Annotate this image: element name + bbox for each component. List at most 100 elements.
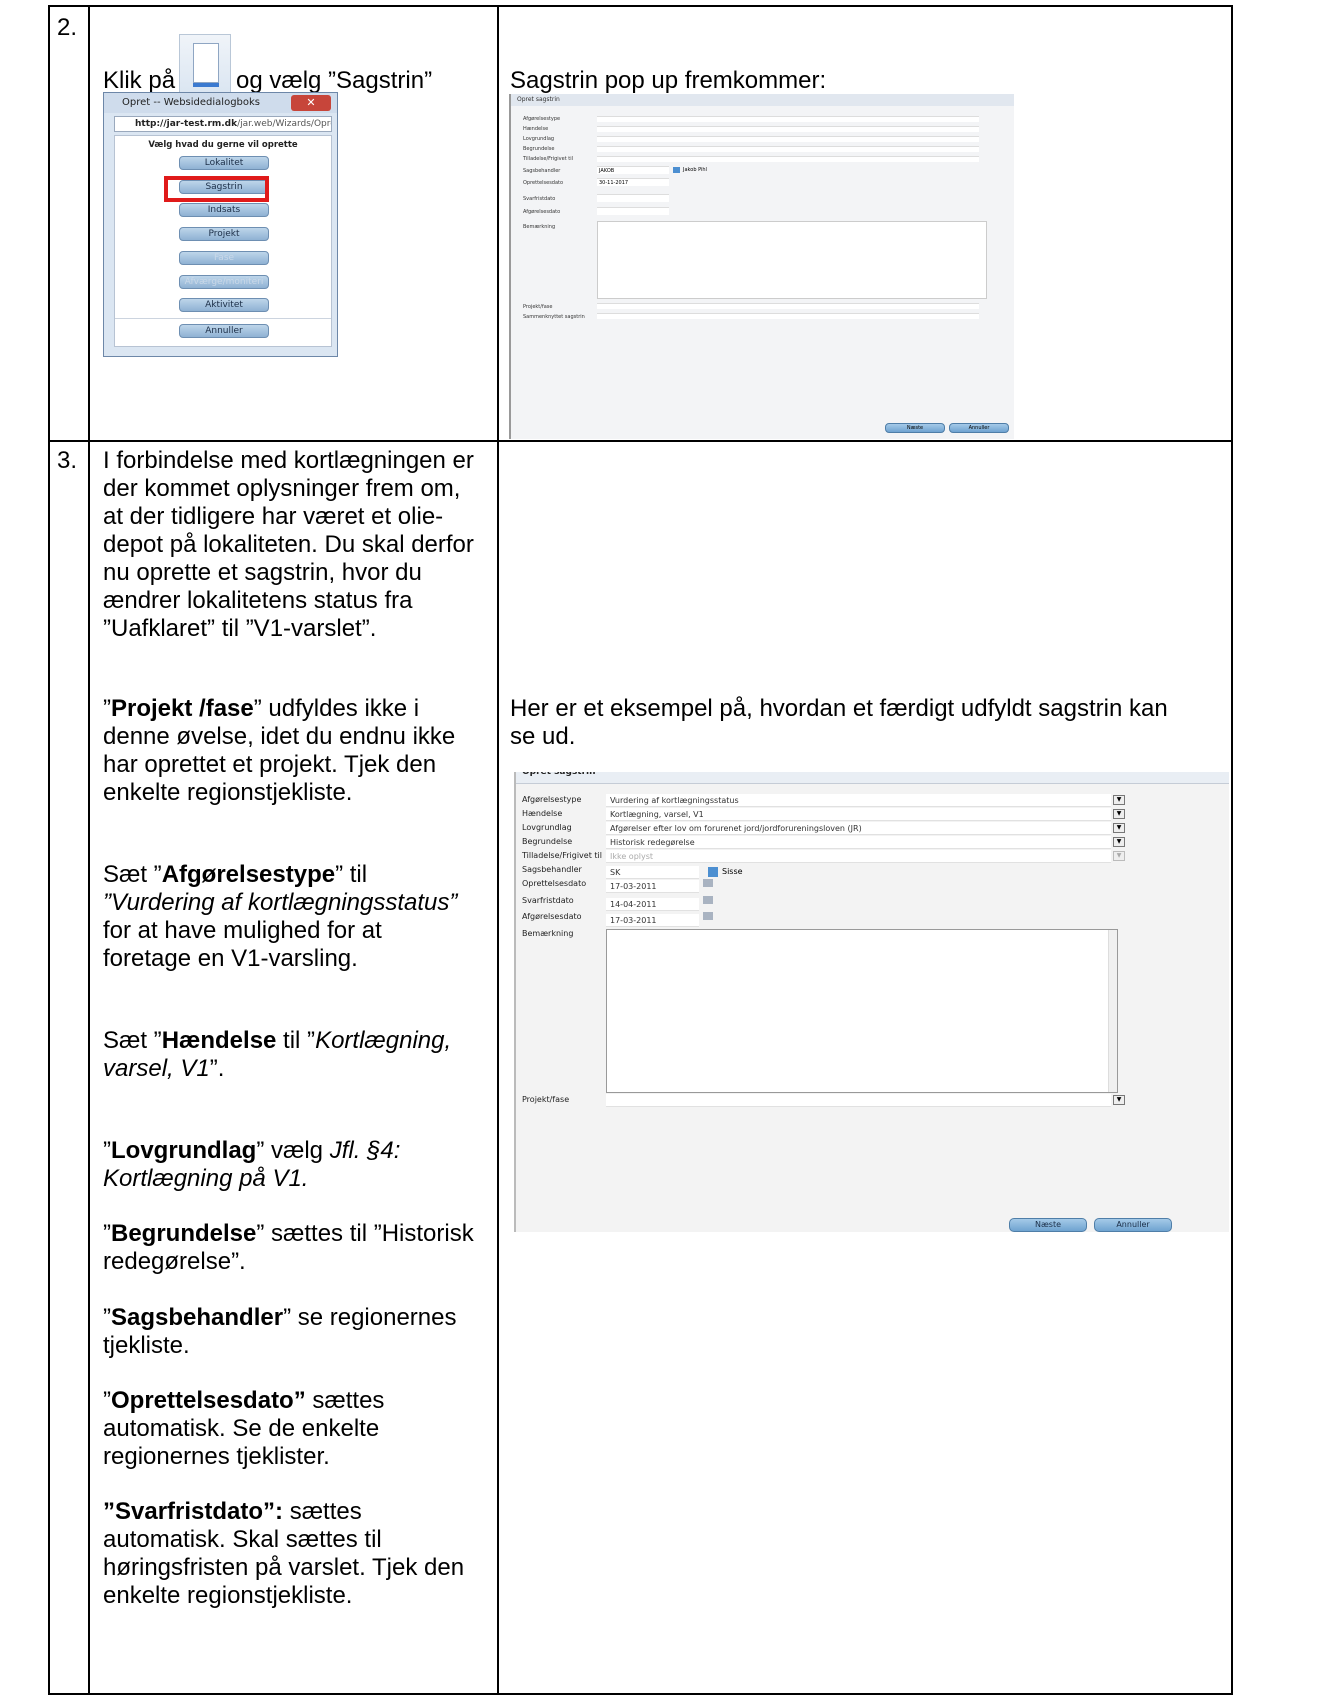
label-projekt-fase: Projekt/fase xyxy=(522,1095,570,1104)
afvaerge-button[interactable]: Afværge/moniteri xyxy=(179,275,269,289)
create-dialog-screenshot: Opret -- Websidedialogboks ✕ http://jar-… xyxy=(103,92,338,357)
lokalitet-button[interactable]: Lokalitet xyxy=(179,156,269,170)
annuller-button[interactable]: Annuller xyxy=(179,324,269,338)
sagsbehandler-name: Jakob Pihl xyxy=(683,167,707,173)
row3-right-caption-1: Her er et eksempel på, hvordan et færdig… xyxy=(510,695,1168,722)
dropdown-icon[interactable]: ▼ xyxy=(1113,851,1125,861)
afgorelsesdato-field[interactable]: 17-03-2011 xyxy=(606,914,699,927)
sagsbehandler-line: tjekliste. xyxy=(103,1332,190,1359)
afgorelsestype-field[interactable] xyxy=(597,116,979,122)
svarfristdato-line: automatisk. Skal sættes til xyxy=(103,1526,382,1553)
label-begrundelse: Begrundelse xyxy=(523,146,555,152)
lovgrundlag-instruction: ”Lovgrundlag” vælg Jfl. §4: xyxy=(103,1137,401,1164)
afgorelsesdato-field[interactable] xyxy=(597,207,669,215)
url-host: http://jar-test.rm.dk xyxy=(135,119,238,129)
dialog-body: Vælg hvad du gerne vil oprette Lokalitet… xyxy=(114,135,332,347)
intro-line: der kommet oplysninger frem om, xyxy=(103,475,461,502)
sammenknyttet-field[interactable] xyxy=(597,313,979,319)
dialog-separator xyxy=(115,318,331,319)
dropdown-icon[interactable]: ▼ xyxy=(1113,1095,1125,1105)
label-lovgrundlag: Lovgrundlag xyxy=(522,823,572,832)
cancel-button[interactable]: Annuller xyxy=(949,423,1009,433)
label-sammenknyttet: Sammenknyttet sagstrin xyxy=(523,314,585,320)
haendelse-line: varsel, V1”. xyxy=(103,1055,225,1082)
aktivitet-button[interactable]: Aktivitet xyxy=(179,298,269,312)
oprettelsesdato-instruction: ”Oprettelsesdato” sættes xyxy=(103,1387,385,1414)
oprettelsesdato-line: regionernes tjeklister. xyxy=(103,1443,330,1470)
label-sagsbehandler: Sagsbehandler xyxy=(523,168,561,174)
svarfristdato-instruction: ”Svarfristdato”: sættes xyxy=(103,1498,362,1525)
label-afgorelsestype: Afgørelsestype xyxy=(522,795,582,804)
lookup-icon[interactable] xyxy=(708,867,718,877)
label-bemaerkning: Bemærkning xyxy=(523,224,556,230)
begrundelse-field[interactable]: Historisk redegørelse xyxy=(606,836,1111,849)
calendar-icon[interactable] xyxy=(703,912,713,920)
sagsbehandler-name: Sisse xyxy=(722,867,743,876)
table-divider-column xyxy=(497,5,499,1695)
sagsbehandler-field[interactable]: JAKOB xyxy=(597,166,669,174)
afgorelsestype-line: ”Vurdering af kortlægningsstatus” xyxy=(103,889,458,916)
sagsbehandler-field[interactable]: SK xyxy=(606,866,699,879)
svarfristdato-field[interactable] xyxy=(597,194,669,202)
begrundelse-field[interactable] xyxy=(597,146,979,152)
cancel-button[interactable]: Annuller xyxy=(1094,1218,1172,1232)
row2-right-caption: Sagstrin pop up fremkommer: xyxy=(510,67,827,94)
projekt-fase-field[interactable] xyxy=(597,303,979,309)
label-begrundelse: Begrundelse xyxy=(522,837,573,846)
dropdown-icon[interactable]: ▼ xyxy=(1113,823,1125,833)
textarea-scrollbar[interactable] xyxy=(1108,930,1117,1092)
bemaerkning-textarea[interactable] xyxy=(606,929,1118,1093)
oprettelsesdato-field[interactable]: 17-03-2011 xyxy=(606,880,699,893)
label-svarfristdato: Svarfristdato xyxy=(522,896,574,905)
calendar-icon[interactable] xyxy=(703,879,713,887)
label-svarfristdato: Svarfristdato xyxy=(523,196,556,202)
calendar-icon[interactable] xyxy=(703,896,713,904)
sagstrin-highlight xyxy=(164,176,269,202)
sagsbehandler-instruction: ”Sagsbehandler” se regionernes xyxy=(103,1304,457,1331)
tilladelse-field[interactable] xyxy=(597,156,979,162)
oprettelsesdato-field[interactable]: 30-11-2017 xyxy=(597,178,669,186)
row-number-2: 2. xyxy=(57,14,78,41)
row3-right-caption-2: se ud. xyxy=(510,723,576,750)
indsats-button[interactable]: Indsats xyxy=(179,203,269,217)
dropdown-icon[interactable]: ▼ xyxy=(1113,795,1125,805)
lookup-icon[interactable] xyxy=(673,167,680,173)
projekt-instruction: ”Projekt /fase” udfyldes ikke i xyxy=(103,695,420,722)
intro-line: ”Uafklaret” til ”V1-varslet”. xyxy=(103,615,377,642)
intro-line: ændrer lokalitetens status fra xyxy=(103,587,413,614)
label-projekt-fase: Projekt/fase xyxy=(523,304,553,310)
sagstrin-popup-filled-screenshot: Opret sagstrin Afgørelsestype Vurdering … xyxy=(514,772,1229,1232)
popup-title: Opret sagstrin xyxy=(511,94,1014,106)
label-bemaerkning: Bemærkning xyxy=(522,929,574,938)
projekt-line: denne øvelse, idet du endnu ikke xyxy=(103,723,456,750)
label-haendelse: Hændelse xyxy=(522,809,563,818)
svarfristdato-line: høringsfristen på varslet. Tjek den xyxy=(103,1554,465,1581)
fase-button[interactable]: Fase xyxy=(179,251,269,265)
label-sagsbehandler: Sagsbehandler xyxy=(522,865,582,874)
next-button[interactable]: Næste xyxy=(1009,1218,1087,1232)
lovgrundlag-field[interactable] xyxy=(597,136,979,142)
dropdown-icon[interactable]: ▼ xyxy=(1113,809,1125,819)
intro-line: I forbindelse med kortlægningen er xyxy=(103,447,474,474)
afgorelsestype-line: foretage en V1-varsling. xyxy=(103,945,358,972)
sagsbehandler-value: JAKOB xyxy=(599,168,615,174)
url-path: /jar.web/Wizards/OpretValg.as xyxy=(237,119,331,129)
projekt-line: har oprettet et projekt. Tjek den xyxy=(103,751,437,778)
haendelse-field[interactable]: Kortlægning, varsel, V1 xyxy=(606,808,1111,821)
lovgrundlag-field[interactable]: Afgørelser efter lov om forurenet jord/j… xyxy=(606,822,1111,835)
projekt-button[interactable]: Projekt xyxy=(179,227,269,241)
tilladelse-field[interactable]: Ikke oplyst xyxy=(606,850,1111,863)
projekt-fase-field[interactable] xyxy=(606,1094,1111,1107)
bemaerkning-textarea[interactable] xyxy=(597,221,987,299)
close-icon[interactable]: ✕ xyxy=(291,95,331,111)
label-tilladelse: Tilladelse/Frigivet til xyxy=(522,851,602,860)
dropdown-icon[interactable]: ▼ xyxy=(1113,837,1125,847)
label-lovgrundlag: Lovgrundlag xyxy=(523,136,555,142)
label-tilladelse: Tilladelse/Frigivet til xyxy=(523,156,573,162)
afgorelsestype-line: for at have mulighed for at xyxy=(103,917,382,944)
next-button[interactable]: Næste xyxy=(885,423,945,433)
new-document-icon[interactable] xyxy=(179,34,231,94)
haendelse-field[interactable] xyxy=(597,126,979,132)
svarfristdato-field[interactable]: 14-04-2011 xyxy=(606,898,699,911)
afgorelsestype-field[interactable]: Vurdering af kortlægningsstatus xyxy=(606,794,1111,807)
